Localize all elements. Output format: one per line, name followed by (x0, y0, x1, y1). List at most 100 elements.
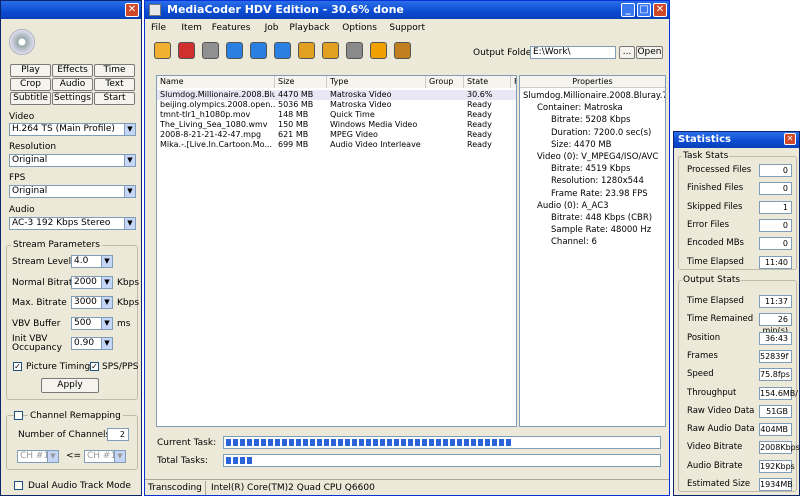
column-group[interactable]: Group (426, 76, 464, 88)
chevron-down-icon[interactable]: ▼ (124, 218, 135, 229)
button-effects[interactable]: Effects (52, 64, 93, 77)
chevron-down-icon[interactable]: ▼ (114, 451, 125, 462)
maximize-icon[interactable]: □ (637, 3, 651, 17)
encode-icon[interactable] (271, 37, 294, 65)
queue-icon[interactable] (295, 37, 318, 65)
menu-options[interactable]: Options (342, 23, 377, 33)
play-icon[interactable] (223, 37, 246, 65)
map-symbol: <= (66, 451, 82, 461)
button-play[interactable]: Play (10, 64, 51, 77)
stat-value: 51GB (759, 404, 792, 418)
output-folder-input[interactable]: E:\Work\ (530, 46, 616, 59)
delete-icon[interactable] (199, 37, 222, 65)
button-audio[interactable]: Audio (52, 78, 93, 91)
channel-remap-checkbox[interactable] (14, 411, 23, 420)
menu-support[interactable]: Support (389, 23, 425, 33)
progress-segment (443, 439, 448, 446)
stat-label: Time Elapsed (687, 296, 744, 306)
progress-segment (296, 439, 301, 446)
ch-right-select[interactable]: CH #1 ▼ (84, 450, 126, 463)
normal-bitrate-select[interactable]: 2000 ▼ (71, 276, 113, 289)
file-row[interactable]: Slumdog.Millionaire.2008.Blu... 4470 MB Ma… (157, 90, 516, 100)
vbv-buffer-select[interactable]: 500 ▼ (71, 317, 113, 330)
file-name: Slumdog.Millionaire.2008.Blu... (160, 90, 275, 99)
properties-panel[interactable]: Properties Slumdog.Millionaire.2008.Blur… (519, 75, 666, 427)
menu-playback[interactable]: Playback (289, 23, 329, 33)
add-file-icon[interactable] (151, 37, 174, 65)
menu-file[interactable]: File (151, 23, 166, 33)
button-settings[interactable]: Settings (52, 92, 93, 105)
resolution-select[interactable]: Original ▼ (9, 154, 136, 167)
button-crop[interactable]: Crop (10, 78, 51, 91)
init-vbv-select[interactable]: 0.90 ▼ (71, 337, 113, 350)
audio-select[interactable]: AC-3 192 Kbps Stereo ▼ (9, 217, 136, 230)
button-start[interactable]: Start (94, 92, 135, 105)
exit-icon[interactable] (391, 37, 414, 65)
ch-left-select[interactable]: CH #1 ▼ (17, 450, 59, 463)
file-type: MPEG Video (330, 130, 378, 139)
sps-pps-checkbox[interactable]: ✓ (90, 362, 99, 371)
main-titlebar: MediaCoder HDV Edition - 30.6% done _ □ … (145, 1, 669, 19)
preview-icon[interactable] (247, 37, 270, 65)
fps-select[interactable]: Original ▼ (9, 185, 136, 198)
pause-icon[interactable] (367, 37, 390, 65)
menu-features[interactable]: Features (212, 23, 251, 33)
remove-icon[interactable] (175, 37, 198, 65)
stat-value: 154.6MB/ (759, 386, 798, 400)
channel-remap-label: Channel Remapping (28, 411, 123, 421)
menu-job[interactable]: Job (265, 23, 279, 33)
file-row[interactable]: beijing.olympics.2008.open... 5036 MB Matr… (157, 100, 516, 110)
property-item: Bitrate: 448 Kbps (CBR) (551, 213, 653, 223)
column-f[interactable]: F (511, 76, 516, 88)
chevron-down-icon[interactable]: ▼ (101, 338, 112, 349)
stream-level-select[interactable]: 4.0 ▼ (71, 255, 113, 268)
dual-audio-checkbox[interactable] (14, 481, 23, 490)
button-text[interactable]: Text (94, 78, 135, 91)
button-subtitle[interactable]: Subtitle (10, 92, 51, 105)
list-icon[interactable] (319, 37, 342, 65)
stat-value: 26 min(s) (759, 313, 792, 335)
chevron-down-icon[interactable]: ▼ (101, 297, 112, 308)
max-bitrate-select[interactable]: 3000 ▼ (71, 296, 113, 309)
settings-icon[interactable] (343, 37, 366, 65)
file-type: Windows Media Video (330, 120, 418, 129)
chevron-down-icon[interactable]: ▼ (101, 277, 112, 288)
stat-label: Throughput (687, 387, 737, 398)
progress-segment (408, 439, 413, 446)
num-channels-value[interactable]: 2 (107, 428, 129, 441)
ch-right-value: CH #1 (87, 451, 117, 461)
browse-button[interactable]: ... (619, 46, 635, 59)
file-row[interactable]: Mika.-.[Live.In.Cartoon.Mo... 699 MB Audio… (157, 140, 516, 150)
progress-segment (268, 439, 273, 446)
file-row[interactable]: tmnt-tlr1_h1080p.mov 148 MB Quick Time Read… (157, 110, 516, 120)
column-name[interactable]: Name (157, 76, 275, 88)
minimize-icon[interactable]: _ (621, 3, 635, 17)
chevron-down-icon[interactable]: ▼ (101, 318, 112, 329)
picture-timing-checkbox[interactable]: ✓ (13, 362, 22, 371)
stream-level-value: 4.0 (74, 256, 89, 266)
close-icon[interactable]: ✕ (125, 3, 139, 17)
chevron-down-icon[interactable]: ▼ (124, 186, 135, 197)
column-state[interactable]: State (464, 76, 511, 88)
task-stats-title: Task Stats (682, 151, 730, 161)
stat-value: 1 (759, 200, 792, 214)
chevron-down-icon[interactable]: ▼ (124, 155, 135, 166)
close-icon[interactable]: ✕ (784, 133, 796, 145)
column-size[interactable]: Size (275, 76, 327, 88)
file-row[interactable]: The_Living_Sea_1080.wmv 150 MB Windows Med… (157, 120, 516, 130)
apply-button[interactable]: Apply (41, 378, 99, 393)
chevron-down-icon[interactable]: ▼ (47, 451, 58, 462)
progress-segment (310, 439, 315, 446)
file-size: 699 MB (278, 140, 309, 149)
button-time[interactable]: Time (94, 64, 135, 77)
file-row[interactable]: 2008-8-21-21-42-47.mpg 621 MB MPEG Video Re… (157, 130, 516, 140)
column-type[interactable]: Type (327, 76, 426, 88)
progress-segment (394, 439, 399, 446)
menu-item[interactable]: Item (181, 23, 202, 33)
close-icon[interactable]: ✕ (653, 3, 667, 17)
chevron-down-icon[interactable]: ▼ (124, 124, 135, 135)
open-button[interactable]: Open (636, 46, 663, 59)
video-select[interactable]: H.264 TS (Main Profile) ▼ (9, 123, 136, 136)
file-list[interactable]: NameSizeTypeGroupStateF Slumdog.Milliona… (156, 75, 517, 427)
chevron-down-icon[interactable]: ▼ (101, 256, 112, 267)
